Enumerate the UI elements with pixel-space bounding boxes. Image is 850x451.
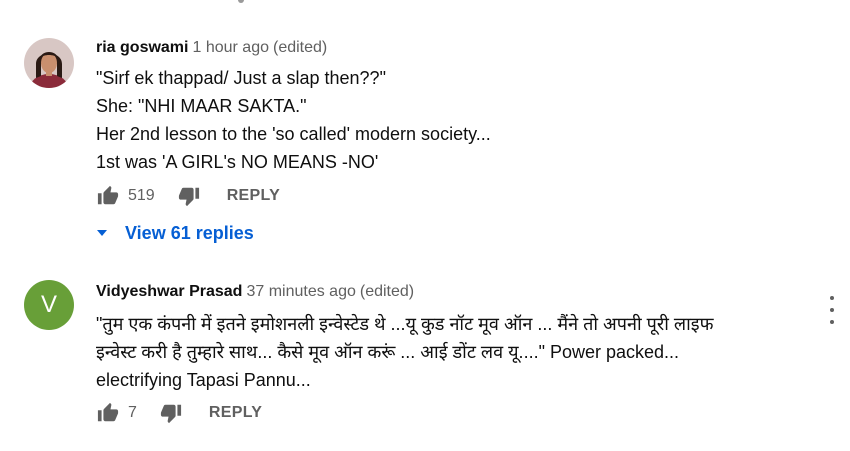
caret-down-icon — [97, 230, 107, 236]
comment-time[interactable]: 37 minutes ago — [246, 283, 355, 300]
scroll-edge — [0, 0, 850, 4]
comment-line: 1st was 'A GIRL's NO MEANS -NO' — [96, 152, 379, 172]
comment-actions: 7 REPLY — [96, 399, 262, 427]
more-vert-icon[interactable] — [822, 296, 842, 324]
partial-icon — [238, 0, 244, 3]
thumb-down-icon[interactable] — [159, 401, 183, 425]
comment-line: She: "NHI MAAR SAKTA." — [96, 96, 307, 116]
comment-line: इन्वेस्ट करी है तुम्हारे साथ... कैसे मूव… — [96, 342, 680, 362]
thumb-up-icon[interactable] — [96, 184, 120, 208]
like-count: 7 — [128, 404, 137, 421]
view-replies-label: View 61 replies — [125, 222, 254, 243]
comment-line: Her 2nd lesson to the 'so called' modern… — [96, 124, 491, 144]
comment-header: Vidyeshwar Prasad 37 minutes ago (edited) — [96, 282, 414, 302]
avatar[interactable]: V — [24, 280, 74, 330]
comments-section: ria goswami 1 hour ago (edited) "Sirf ek t… — [0, 0, 850, 451]
comment-line: electrifying Tapasi Pannu... — [96, 370, 311, 390]
avatar-photo — [24, 38, 74, 88]
reply-button[interactable]: REPLY — [227, 187, 280, 205]
comment-header: ria goswami 1 hour ago (edited) — [96, 38, 327, 58]
thumb-up-icon[interactable] — [96, 401, 120, 425]
edited-label: (edited) — [273, 39, 328, 56]
comment-text: "Sirf ek thappad/ Just a slap then??" Sh… — [96, 64, 491, 176]
author-name[interactable]: Vidyeshwar Prasad — [96, 283, 242, 300]
avatar[interactable] — [24, 38, 74, 88]
author-name[interactable]: ria goswami — [96, 39, 188, 56]
comment-text: "तुम एक कंपनी में इतने इमोशनली इन्वेस्टे… — [96, 310, 714, 394]
avatar-letter: V — [40, 291, 57, 318]
comment-time[interactable]: 1 hour ago — [192, 39, 269, 56]
comment-line: "तुम एक कंपनी में इतने इमोशनली इन्वेस्टे… — [96, 314, 714, 334]
like-count: 519 — [128, 187, 155, 204]
thumb-down-icon[interactable] — [177, 184, 201, 208]
edited-label: (edited) — [359, 283, 415, 300]
view-replies-button[interactable]: View 61 replies — [94, 219, 254, 247]
reply-button[interactable]: REPLY — [209, 404, 262, 422]
comment-actions: 519 REPLY — [96, 182, 280, 210]
comment-line: "Sirf ek thappad/ Just a slap then??" — [96, 68, 386, 88]
